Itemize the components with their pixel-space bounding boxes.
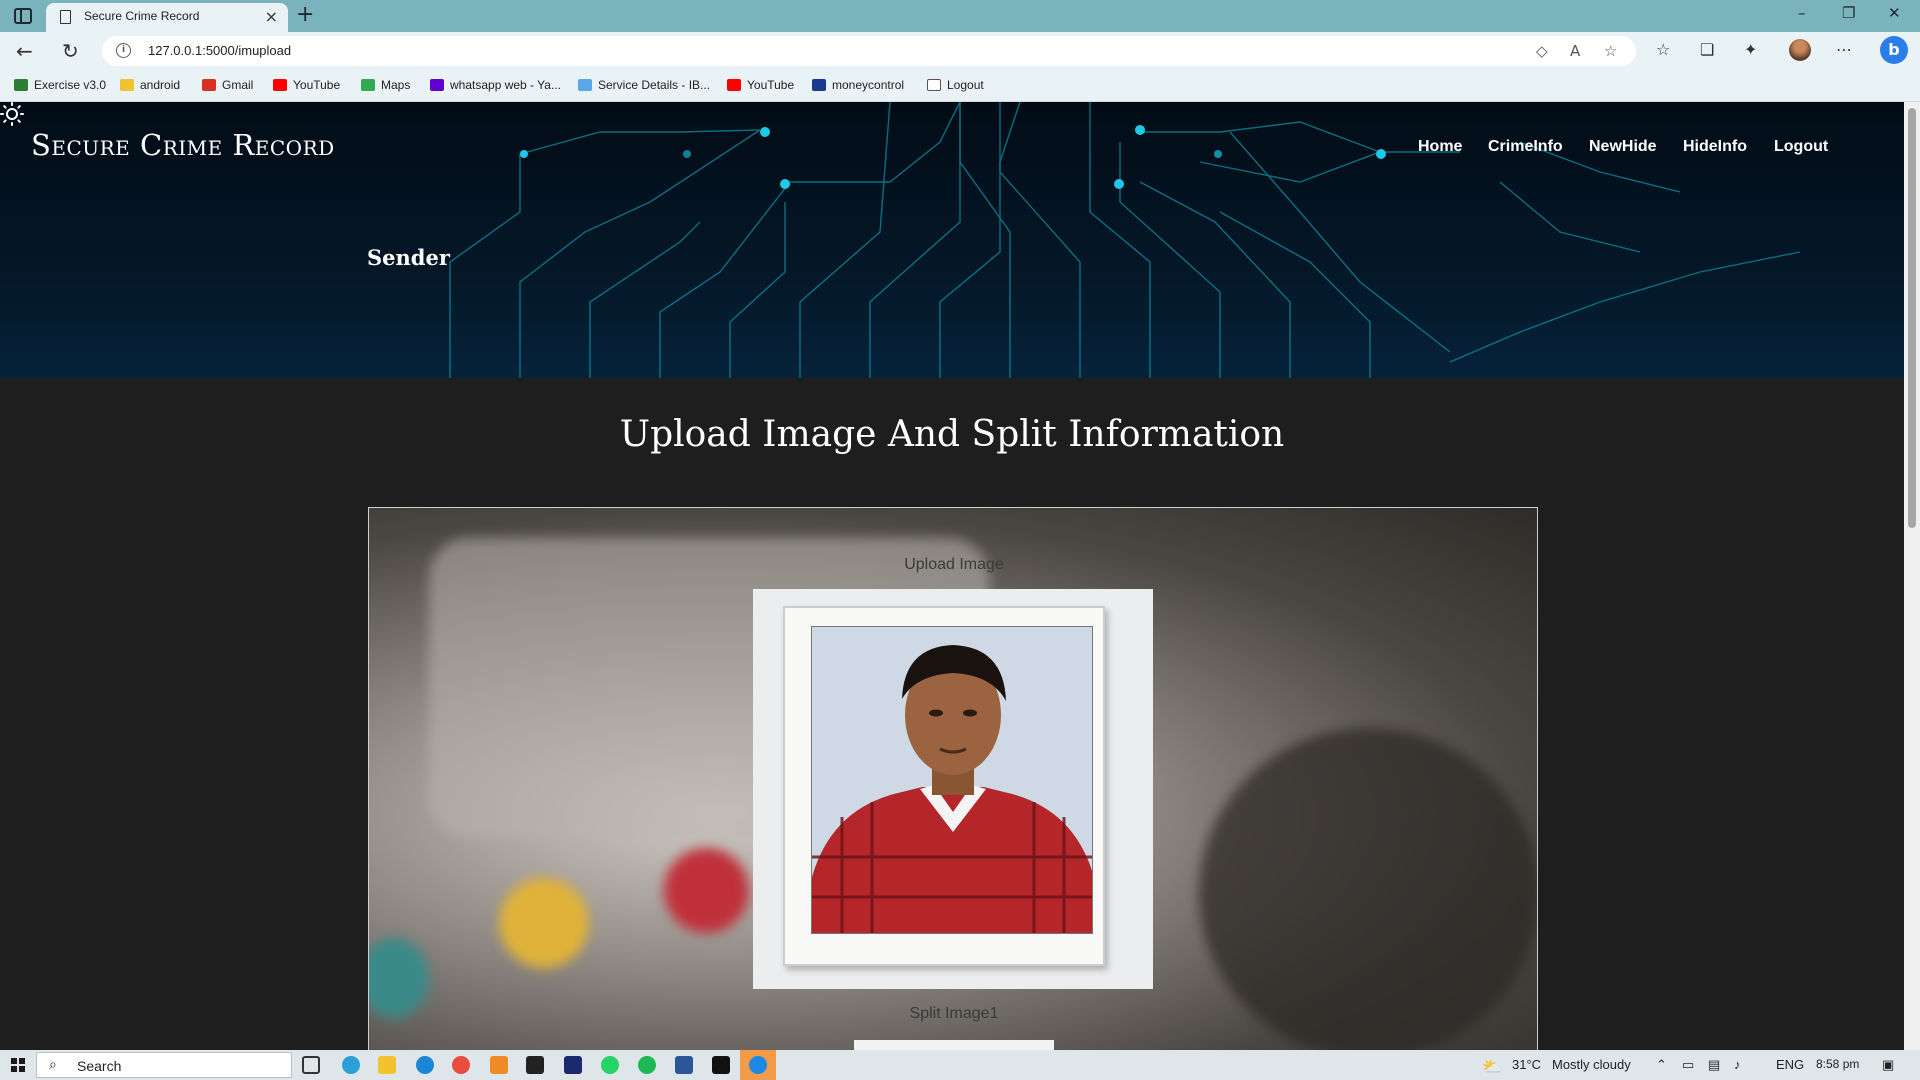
volume-icon[interactable]: ♪ [1734, 1057, 1741, 1072]
document-icon [60, 10, 71, 24]
language-indicator[interactable]: ENG [1776, 1057, 1804, 1072]
split-image-preview[interactable] [854, 1040, 1054, 1050]
portrait-illustration [812, 645, 1092, 933]
uploaded-image[interactable] [753, 589, 1153, 989]
close-window-icon[interactable]: ✕ [1888, 4, 1901, 22]
nav-newhide[interactable]: NewHide [1589, 138, 1657, 156]
url-text[interactable]: 127.0.0.1:5000/imupload [148, 43, 291, 58]
tab-close-icon[interactable]: × [265, 7, 278, 26]
photo-frame [783, 606, 1105, 966]
page-viewport: Secure Crime Record Home CrimeInfo NewHi… [0, 102, 1904, 1050]
page-title: Upload Image And Split Information [619, 414, 1285, 455]
extensions-icon[interactable]: ✦ [1744, 40, 1757, 59]
sidebar-toggle-icon[interactable] [14, 8, 32, 24]
minimize-icon[interactable]: – [1798, 4, 1806, 22]
nav-hideinfo[interactable]: HideInfo [1683, 138, 1747, 156]
page-icon [927, 79, 941, 91]
upload-image-label: Upload Image [904, 556, 1004, 573]
restore-icon[interactable]: ❐ [1842, 4, 1855, 22]
read-aloud-icon[interactable]: A [1570, 42, 1580, 60]
background-blob [499, 878, 589, 968]
youtube-icon [727, 79, 741, 91]
search-placeholder: Search [77, 1058, 122, 1074]
yahoo-icon [430, 79, 444, 91]
word-icon[interactable] [675, 1056, 693, 1074]
tab-title: Secure Crime Record [84, 9, 200, 23]
file-explorer-icon[interactable] [378, 1056, 396, 1074]
portrait-photo [811, 626, 1093, 934]
taskbar: ⌕ Search ⛅ 31°C Mostly cloudy ⌃ ▭ ▤ ♪ EN… [0, 1050, 1920, 1080]
weather-icon[interactable]: ⛅ [1482, 1057, 1502, 1077]
temperature[interactable]: 31°C [1512, 1057, 1541, 1072]
onedrive-icon[interactable] [749, 1056, 767, 1074]
scrollbar-thumb[interactable] [1908, 108, 1916, 528]
task-view-icon[interactable] [302, 1056, 320, 1074]
weather-status[interactable]: Mostly cloudy [1552, 1057, 1631, 1072]
bookmark-android[interactable]: android [120, 78, 180, 92]
bookmark-youtube[interactable]: YouTube [273, 78, 340, 92]
background-blob [1199, 728, 1537, 1050]
new-tab-icon[interactable]: + [296, 2, 314, 27]
page-scrollbar[interactable] [1904, 102, 1920, 1050]
background-blob [664, 848, 749, 933]
pycharm-icon[interactable] [712, 1056, 730, 1074]
section-label: Sender [367, 245, 450, 270]
address-bar[interactable]: i 127.0.0.1:5000/imupload ◇ A ☆ [102, 36, 1636, 66]
moneycontrol-icon [812, 79, 826, 91]
bookmark-logout[interactable]: Logout [927, 78, 984, 92]
edge-icon[interactable] [416, 1056, 434, 1074]
kali-icon[interactable] [526, 1056, 544, 1074]
bookmarks-bar: Exercise v3.0 android Gmail YouTube Maps… [0, 70, 1920, 102]
bookmark-exercise[interactable]: Exercise v3.0 [14, 78, 106, 92]
nav-crimeinfo[interactable]: CrimeInfo [1488, 138, 1563, 156]
bookmark-gmail[interactable]: Gmail [202, 78, 253, 92]
split-image-label: Split Image1 [909, 1005, 999, 1022]
nav-home[interactable]: Home [1418, 138, 1462, 156]
browser-tab-bar: Secure Crime Record × + – ❐ ✕ [0, 0, 1920, 32]
spotify-icon[interactable] [638, 1056, 656, 1074]
battery-icon[interactable]: ▭ [1682, 1057, 1694, 1073]
copilot-icon[interactable]: b [1880, 36, 1908, 64]
tag-icon[interactable]: ◇ [1536, 42, 1548, 60]
profile-avatar[interactable] [1789, 39, 1811, 61]
favorites-icon[interactable]: ☆ [1656, 40, 1670, 59]
add-favorite-icon[interactable]: ☆ [1604, 42, 1617, 60]
site-info-icon[interactable]: i [116, 43, 131, 58]
site-brand[interactable]: Secure Crime Record [31, 128, 335, 162]
search-icon: ⌕ [49, 1057, 57, 1073]
bookmark-youtube-2[interactable]: YouTube [727, 78, 794, 92]
folder-icon [120, 79, 134, 91]
gmail-icon [202, 79, 216, 91]
chrome-icon[interactable] [452, 1056, 470, 1074]
collections-icon[interactable]: ❏ [1700, 40, 1714, 59]
maps-icon [361, 79, 375, 91]
sun-icon[interactable] [0, 102, 24, 126]
upload-panel: Upload Image Split Image1 [368, 507, 1538, 1050]
refresh-icon[interactable]: ↻ [62, 39, 79, 63]
bookmark-maps[interactable]: Maps [361, 78, 410, 92]
taskbar-search[interactable]: ⌕ Search [36, 1052, 292, 1078]
premiere-icon[interactable] [564, 1056, 582, 1074]
notifications-icon[interactable]: ▣ [1882, 1057, 1894, 1073]
bookmark-whatsapp[interactable]: whatsapp web - Ya... [430, 78, 561, 92]
exercise-icon [14, 79, 28, 91]
telegram-icon[interactable] [342, 1056, 360, 1074]
bookmark-service-details[interactable]: Service Details - IB... [578, 78, 710, 92]
browser-tab[interactable]: Secure Crime Record × [46, 3, 288, 32]
browser-toolbar: ← ↻ i 127.0.0.1:5000/imupload ◇ A ☆ ☆ ❏ … [0, 32, 1920, 70]
show-hidden-icons-icon[interactable]: ⌃ [1656, 1057, 1667, 1073]
nav-logout[interactable]: Logout [1774, 138, 1828, 156]
clock[interactable]: 8:58 pm [1816, 1057, 1859, 1071]
vlc-icon[interactable] [490, 1056, 508, 1074]
network-icon[interactable]: ▤ [1708, 1057, 1720, 1073]
windows-start-icon[interactable] [11, 1058, 25, 1072]
youtube-icon [273, 79, 287, 91]
hero-banner: Secure Crime Record Home CrimeInfo NewHi… [0, 102, 1904, 378]
back-icon[interactable]: ← [16, 39, 33, 63]
cloud-icon [578, 79, 592, 91]
more-menu-icon[interactable]: ⋯ [1836, 40, 1852, 59]
bookmark-moneycontrol[interactable]: moneycontrol [812, 78, 904, 92]
whatsapp-icon[interactable] [601, 1056, 619, 1074]
